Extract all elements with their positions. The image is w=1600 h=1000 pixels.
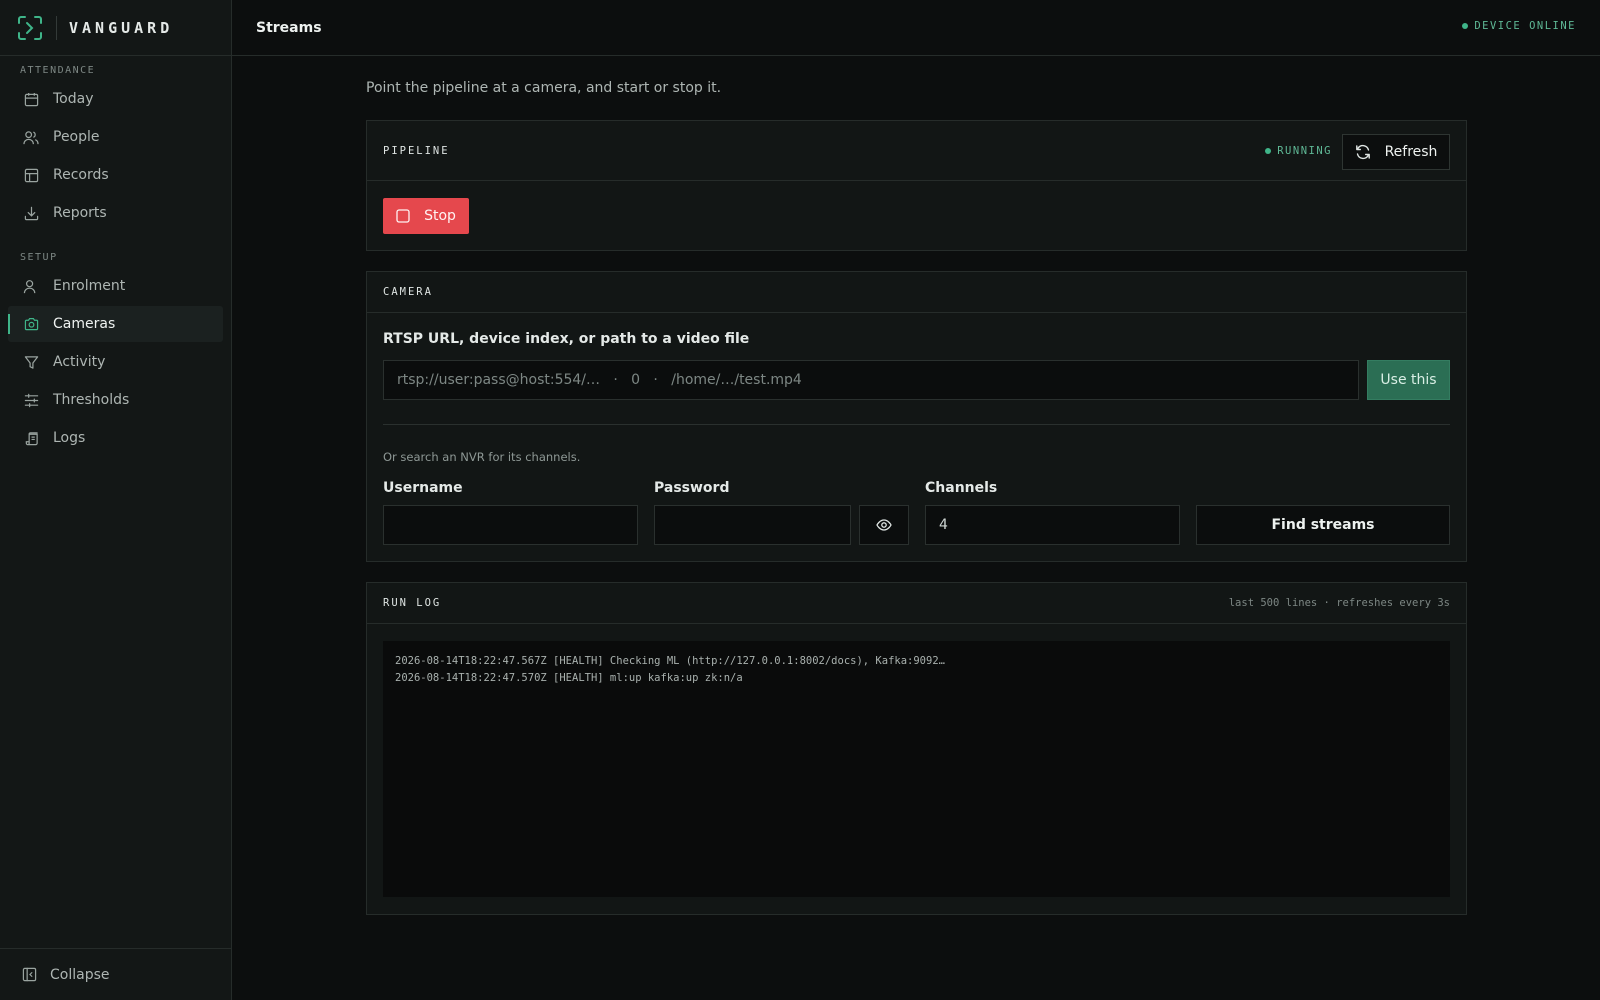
eye-icon [876,519,892,531]
sidebar-item-label: Records [53,167,109,183]
top-bar: Streams DEVICE ONLINE [232,0,1600,56]
pipeline-card: PIPELINE RUNNING Refresh Stop [366,120,1467,251]
channels-label: Channels [925,480,998,496]
run-log-meta: last 500 lines · refreshes every 3s [1228,597,1450,609]
page-title: Streams [256,19,322,36]
pipeline-title: PIPELINE [383,144,450,157]
log-line: 2026-08-14T18:22:47.567Z [HEALTH] Checki… [395,655,945,667]
run-log-card-header: RUN LOG last 500 lines · refreshes every… [367,583,1466,624]
password-label: Password [654,480,730,496]
sidebar-item-today[interactable]: Today [8,81,223,117]
sidebar-item-label: Activity [53,354,106,370]
sidebar-item-label: Enrolment [53,278,126,294]
source-label: RTSP URL, device index, or path to a vid… [383,331,750,347]
brand-divider [56,15,57,40]
camera-card-header: CAMERA [367,272,1466,313]
sidebar-item-people[interactable]: People [8,119,223,155]
camera-icon [22,315,40,333]
table-icon [22,166,40,184]
device-status-text: DEVICE ONLINE [1474,20,1576,32]
sidebar-item-thresholds[interactable]: Thresholds [8,382,223,418]
sidebar-item-label: Logs [53,430,86,446]
sidebar-item-logs[interactable]: Logs [8,420,223,456]
status-dot-icon [1265,148,1272,154]
find-streams-button[interactable]: Find streams [1196,505,1450,545]
divider [383,424,1450,425]
download-icon [22,204,40,222]
brand: VANGUARD [0,0,231,56]
section-label-attendance: ATTENDANCE [20,65,96,76]
pipeline-status-text: RUNNING [1277,145,1332,157]
sidebar: VANGUARD ATTENDANCE Today People Records [0,0,232,1000]
user-icon [22,277,40,295]
run-log-output[interactable]: 2026-08-14T18:22:47.567Z [HEALTH] Checki… [383,641,1450,897]
sidebar-item-enrolment[interactable]: Enrolment [8,268,223,304]
stop-button[interactable]: Stop [383,198,469,234]
pipeline-status-badge: RUNNING [1265,145,1332,157]
sidebar-item-records[interactable]: Records [8,157,223,193]
sidebar-item-cameras[interactable]: Cameras [8,306,223,342]
scroll-icon [22,429,40,447]
sidebar-item-label: Today [53,91,94,107]
source-input[interactable] [383,360,1359,400]
stop-icon [396,209,410,223]
show-password-button[interactable] [859,505,909,545]
refresh-icon [1355,144,1371,160]
sidebar-item-activity[interactable]: Activity [8,344,223,380]
filter-icon [22,353,40,371]
nav-attendance: Today People Records Reports [8,81,223,233]
collapse-icon [20,966,38,984]
run-log-card: RUN LOG last 500 lines · refreshes every… [366,582,1467,915]
device-status-badge: DEVICE ONLINE [1462,20,1576,32]
collapse-button[interactable]: Collapse [0,948,231,1000]
password-input[interactable] [654,505,851,545]
stop-label: Stop [424,208,456,224]
users-icon [22,128,40,146]
sliders-icon [22,391,40,409]
use-this-button[interactable]: Use this [1367,360,1450,400]
nav-setup: Enrolment Cameras Activity Thresholds Lo… [8,268,223,458]
camera-title: CAMERA [383,286,433,298]
page-intro: Point the pipeline at a camera, and star… [366,80,722,96]
collapse-label: Collapse [50,966,110,983]
sidebar-item-reports[interactable]: Reports [8,195,223,231]
sidebar-item-label: Thresholds [53,392,130,408]
refresh-button[interactable]: Refresh [1342,134,1450,170]
username-label: Username [383,480,463,496]
brand-name: VANGUARD [69,18,174,37]
sidebar-item-label: People [53,129,100,145]
section-label-setup: SETUP [20,252,58,263]
refresh-label: Refresh [1384,144,1438,160]
sidebar-item-label: Cameras [53,316,116,332]
username-input[interactable] [383,505,638,545]
calendar-icon [22,90,40,108]
status-dot-icon [1462,23,1469,29]
camera-card: CAMERA RTSP URL, device index, or path t… [366,271,1467,562]
channels-input[interactable] [925,505,1180,545]
sidebar-item-label: Reports [53,205,107,221]
nvr-hint: Or search an NVR for its channels. [383,450,581,464]
run-log-title: RUN LOG [383,597,442,609]
log-line: 2026-08-14T18:22:47.570Z [HEALTH] ml:up … [395,672,743,684]
pipeline-card-header: PIPELINE RUNNING Refresh [367,121,1466,181]
vanguard-logo-icon [16,14,44,42]
